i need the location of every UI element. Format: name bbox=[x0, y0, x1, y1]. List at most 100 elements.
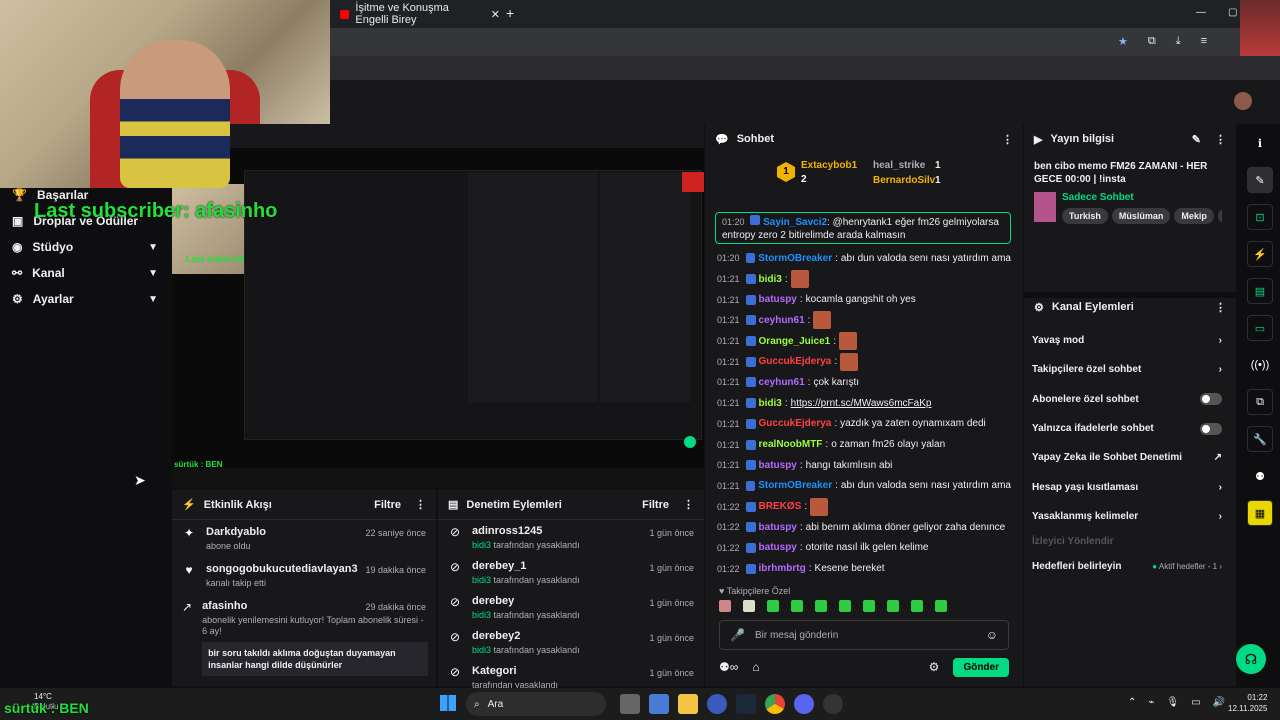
more-options-icon[interactable]: ⋮ bbox=[415, 498, 426, 511]
chat-icon[interactable]: ▭ bbox=[1247, 315, 1273, 341]
discord-icon[interactable] bbox=[794, 694, 814, 714]
stream-preview[interactable]: Last subscriber: afasinho bbox=[172, 124, 704, 468]
copy-icon[interactable]: ⧉ bbox=[1247, 389, 1273, 415]
broadcast-icon[interactable]: ((•)) bbox=[1247, 352, 1273, 378]
points-icon[interactable]: ⚉∞ bbox=[719, 660, 738, 674]
chat-username[interactable]: GuccukEjderya bbox=[759, 356, 832, 367]
chat-username[interactable]: StormOBreaker bbox=[758, 480, 832, 491]
emote-icon[interactable] bbox=[791, 600, 803, 612]
channel-action-item[interactable]: Abonelere özel sohbet bbox=[1024, 385, 1230, 414]
more-options-icon[interactable]: ⋮ bbox=[683, 498, 694, 511]
obs-icon[interactable] bbox=[823, 694, 843, 714]
file-explorer-icon[interactable] bbox=[678, 694, 698, 714]
tag-chip[interactable]: Müslüman bbox=[1111, 208, 1171, 224]
restore-icon[interactable]: ▢ bbox=[1228, 7, 1237, 18]
chat-message[interactable]: 01:21 GuccukEjderya: bbox=[705, 351, 1023, 372]
send-button[interactable]: Gönder bbox=[953, 657, 1009, 677]
emote-bar[interactable] bbox=[719, 600, 947, 612]
new-tab-button[interactable]: + bbox=[506, 5, 514, 21]
activity-item[interactable]: ♥ songogobukucutediavlayan3 kanalı takip … bbox=[172, 557, 436, 594]
chat-username[interactable]: StormOBreaker bbox=[758, 253, 832, 264]
extensions-icon[interactable]: ⧉ bbox=[1148, 35, 1156, 48]
chat-message[interactable]: 01:21 bidi3: https://prnt.sc/MWaws6mcFaK… bbox=[705, 393, 1023, 414]
more-options-icon[interactable]: ⋮ bbox=[1002, 133, 1013, 146]
display-icon[interactable]: ▭ bbox=[1191, 697, 1200, 708]
avatar[interactable] bbox=[1234, 92, 1252, 110]
microphone-icon[interactable]: 🎤 bbox=[730, 628, 745, 642]
lightning-icon[interactable]: ⚡ bbox=[1247, 241, 1273, 267]
activity-item[interactable]: ↗ afasinho abonelik yenilemesini kutluyor… bbox=[172, 594, 436, 682]
table-row[interactable]: ⊘ derebey bidi3 tarafından yasaklandı 1 … bbox=[438, 590, 704, 625]
tag-chip[interactable]: Mekip bbox=[1174, 208, 1214, 224]
table-row[interactable]: ⊘ derebey2 bidi3 tarafından yasaklandı 1… bbox=[438, 625, 704, 660]
chat-message[interactable]: 01:21 Orange_Juice1: bbox=[705, 331, 1023, 352]
tag-chip[interactable]: Turkish bbox=[1062, 208, 1108, 224]
emote-icon[interactable] bbox=[911, 600, 923, 612]
channel-action-item[interactable]: Hesap yaşı kısıtlaması › bbox=[1024, 472, 1230, 501]
chat-username[interactable]: realNoobMTF bbox=[759, 439, 823, 450]
more-options-icon[interactable]: ⋮ bbox=[1215, 133, 1226, 146]
vpn-icon[interactable] bbox=[707, 694, 727, 714]
nav-channel[interactable]: ⚯ Kanal ▼ bbox=[0, 260, 172, 286]
activity-filter-button[interactable]: Filtre bbox=[374, 499, 401, 511]
emote-icon[interactable] bbox=[790, 270, 809, 289]
chat-message[interactable]: 01:22 batuspy: otorite nasıl ilk gelen k… bbox=[705, 538, 1023, 559]
chrome-icon[interactable] bbox=[765, 694, 785, 714]
edit-icon[interactable]: ✎ bbox=[1192, 133, 1201, 146]
chat-username[interactable]: batuspy bbox=[759, 522, 797, 533]
emote-icon[interactable] bbox=[935, 600, 947, 612]
download-icon[interactable]: ⤓ bbox=[1176, 35, 1181, 48]
store-icon[interactable]: ⌂ bbox=[752, 660, 759, 674]
info-icon[interactable]: ℹ bbox=[1247, 130, 1273, 156]
channel-action-item[interactable]: Yapay Zeka ile Sohbet Denetimi ↗ bbox=[1024, 443, 1230, 472]
window-controls[interactable]: — ▢ bbox=[1196, 7, 1237, 18]
chat-username[interactable]: batuspy bbox=[759, 542, 797, 553]
close-tab-icon[interactable]: ✕ bbox=[491, 8, 500, 21]
chat-message[interactable]: 01:21 GuccukEjderya: yazdık ya zaten oyn… bbox=[705, 414, 1023, 435]
chat-message[interactable]: 01:20 StormOBreaker: abı dun valoda senı… bbox=[705, 248, 1023, 269]
support-button[interactable]: ☊ bbox=[1236, 644, 1266, 674]
table-row[interactable]: ⊘ derebey_1 bidi3 tarafından yasaklandı … bbox=[438, 555, 704, 590]
emote-icon[interactable] bbox=[719, 600, 731, 612]
goals-item[interactable]: Hedefleri belirleyin ● Aktif hedefler - … bbox=[1024, 552, 1230, 581]
task-view-icon[interactable] bbox=[620, 694, 640, 714]
tag-chip[interactable]: espo bbox=[1217, 208, 1222, 224]
bookmark-star-icon[interactable]: ★ bbox=[1118, 35, 1128, 48]
chat-message[interactable]: 01:22 batuspy: abi benım aklıma döner ge… bbox=[705, 517, 1023, 538]
chevron-up-icon[interactable]: ⌃ bbox=[1128, 697, 1136, 708]
emoji-icon[interactable]: ☺ bbox=[986, 628, 998, 642]
microphone-icon[interactable]: 🎙 bbox=[1166, 697, 1179, 708]
channel-action-item[interactable]: Takipçilere özel sohbet › bbox=[1024, 355, 1230, 384]
taskbar-search[interactable]: ⌕ Ara bbox=[466, 692, 606, 716]
chat-message[interactable]: 01:21 ceyhun61: bbox=[705, 310, 1023, 331]
chat-message[interactable]: 01:20 Sayin_Savci2: @henrytank1 eğer fm2… bbox=[715, 212, 1011, 244]
more-options-icon[interactable]: ⋮ bbox=[1215, 301, 1226, 314]
channel-action-item[interactable]: Yalnızca ifadelerle sohbet bbox=[1024, 414, 1230, 443]
steam-icon[interactable] bbox=[736, 694, 756, 714]
channel-action-item[interactable]: Yavaş mod › bbox=[1024, 326, 1230, 355]
chat-message[interactable]: 01:22 ibrhmbrtg: Kesene bereket bbox=[705, 558, 1023, 579]
channel-action-item[interactable]: Yasaklanmış kelimeler › bbox=[1024, 502, 1230, 531]
chat-username[interactable]: ceyhun61 bbox=[759, 315, 805, 326]
emote-icon[interactable] bbox=[863, 600, 875, 612]
chat-username[interactable]: batuspy bbox=[759, 460, 797, 471]
chat-username[interactable]: batuspy bbox=[759, 294, 797, 305]
media-icon[interactable]: ≡ bbox=[1201, 35, 1207, 48]
chat-message[interactable]: 01:21 ceyhun61: çok karıştı bbox=[705, 372, 1023, 393]
gift-leaderboard[interactable]: 1 Extacybob1 2 heal_strike 1 BernardoSil… bbox=[777, 158, 957, 190]
emote-icon[interactable] bbox=[887, 600, 899, 612]
chat-username[interactable]: GuccukEjderya bbox=[759, 418, 832, 429]
emote-icon[interactable] bbox=[810, 497, 829, 516]
emote-icon[interactable] bbox=[840, 352, 859, 371]
chat-message[interactable]: 01:22 BREKØS: bbox=[705, 496, 1023, 517]
chat-input[interactable]: 🎤 Bir mesaj gönderin ☺ bbox=[719, 620, 1009, 650]
chat-message[interactable]: 01:21 batuspy: kocamla gangshit oh yes bbox=[705, 289, 1023, 310]
gear-icon[interactable]: ⚙ bbox=[929, 660, 940, 674]
emote-icon[interactable] bbox=[815, 600, 827, 612]
moderation-filter-button[interactable]: Filtre bbox=[642, 499, 669, 511]
toggle-switch[interactable] bbox=[1200, 422, 1222, 435]
network-icon[interactable]: ⌁ bbox=[1148, 697, 1154, 708]
clock[interactable]: 01:22 12.11.2025 bbox=[1228, 692, 1267, 714]
nav-settings[interactable]: ⚙ Ayarlar ▼ bbox=[0, 286, 172, 312]
browser-tab[interactable]: İşitme ve Konuşma Engelli Birey ✕ bbox=[340, 2, 500, 26]
